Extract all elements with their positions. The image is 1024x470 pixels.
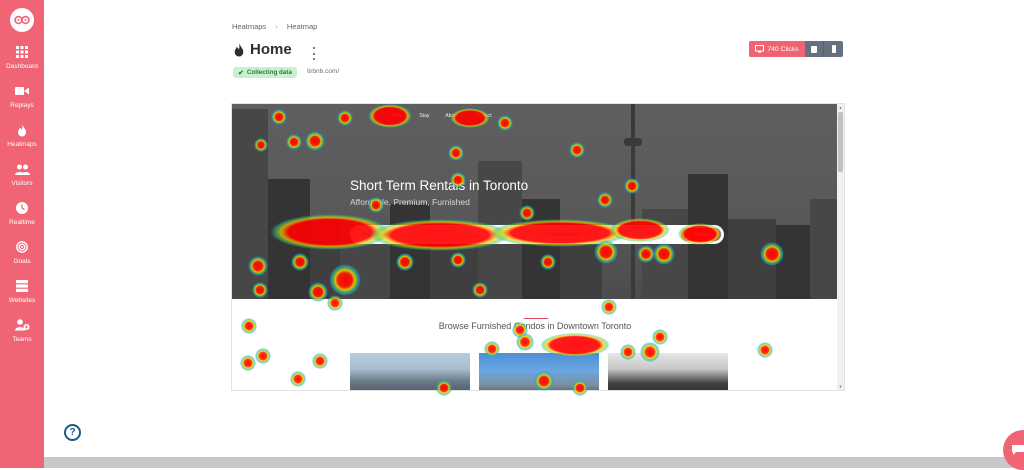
preview-search-input[interactable]	[362, 229, 522, 240]
skyline-building	[810, 199, 838, 299]
sidebar-item-dashboard[interactable]: Dashboard	[0, 44, 44, 70]
sidebar-item-label: Websites	[8, 297, 36, 304]
sidebar-item-label: Realtime	[9, 219, 35, 226]
section-divider	[524, 318, 548, 319]
sidebar-item-realtime[interactable]: Realtime	[0, 200, 44, 226]
sidebar-item-label: Replays	[10, 102, 34, 109]
breadcrumb-link-heatmaps[interactable]: Heatmaps	[232, 22, 266, 31]
breadcrumb-separator: ›	[275, 22, 278, 31]
scroll-thumb[interactable]	[838, 112, 843, 172]
owl-logo-icon	[14, 15, 30, 25]
tablet-view-button[interactable]	[805, 41, 824, 57]
scroll-up-icon[interactable]: ▲	[838, 105, 843, 110]
skyline-building	[522, 199, 560, 299]
check-icon: ✔	[238, 69, 244, 77]
sidebar-item-teams[interactable]: Teams	[0, 317, 44, 343]
sidebar-item-heatmaps[interactable]: Heatmaps	[0, 122, 44, 148]
dot-icon	[313, 52, 315, 55]
preview-section-title: Browse Furnished Condos in Downtown Toro…	[438, 321, 632, 331]
preview-nav-home[interactable]: Home	[390, 113, 403, 119]
preview-hero: Home Stay About Contact Short Term Renta…	[232, 104, 838, 299]
status-badge: ✔ Collecting data	[233, 67, 298, 78]
sidebar: Dashboard Replays Heatmaps Visitors Real…	[0, 0, 44, 468]
clicks-mode-button[interactable]: 740 Clicks	[749, 41, 805, 57]
status-text: Collecting data	[246, 69, 293, 76]
preview-search-bar: Search	[350, 225, 724, 244]
page-title: Home	[250, 41, 292, 58]
dot-icon	[313, 58, 315, 60]
listing-card[interactable]	[608, 353, 728, 390]
listing-card[interactable]	[479, 353, 599, 390]
skyline-building	[268, 179, 310, 299]
flame-icon	[0, 122, 44, 138]
breadcrumb-current: Heatmap	[286, 22, 318, 31]
bottom-bar	[44, 457, 1024, 468]
video-icon	[0, 83, 44, 99]
sidebar-item-replays[interactable]: Replays	[0, 83, 44, 109]
preview-hero-subtitle: Affordable, Premium, Furnished	[350, 197, 470, 207]
scroll-down-icon[interactable]: ▼	[838, 384, 843, 389]
flame-icon	[234, 42, 244, 56]
cn-tower-pod	[624, 138, 642, 146]
preview-nav: Home Stay About Contact	[390, 113, 492, 119]
grid-icon	[0, 44, 44, 60]
sidebar-item-label: Dashboard	[6, 63, 38, 70]
sidebar-item-label: Heatmaps	[7, 141, 37, 148]
preview-hero-title: Short Term Rentals in Toronto	[350, 178, 529, 193]
sidebar-item-websites[interactable]: Websites	[0, 278, 44, 304]
skyline-building	[340, 239, 390, 299]
desktop-icon	[755, 45, 765, 53]
tablet-icon	[811, 45, 817, 53]
mobile-view-button[interactable]	[824, 41, 843, 57]
help-button[interactable]: ?	[64, 424, 81, 441]
users-icon	[0, 161, 44, 177]
skyline-building	[390, 204, 430, 299]
cn-tower	[631, 104, 635, 299]
skyline-building	[232, 109, 268, 299]
preview-nav-about[interactable]: About	[445, 113, 458, 119]
skyline-building	[642, 209, 688, 299]
listing-card[interactable]	[350, 353, 470, 390]
team-icon	[0, 317, 44, 333]
page-preview: Home Stay About Contact Short Term Renta…	[231, 103, 845, 391]
clicks-label: 740 Clicks	[767, 45, 799, 53]
sidebar-item-label: Teams	[12, 336, 32, 343]
mobile-icon	[831, 45, 836, 53]
skyline-building	[310, 219, 340, 299]
sidebar-item-label: Visitors	[11, 180, 33, 187]
preview-search-button[interactable]: Search	[681, 228, 721, 241]
logo[interactable]	[10, 8, 34, 32]
sidebar-item-goals[interactable]: Goals	[0, 239, 44, 265]
skyline-building	[728, 219, 776, 299]
preview-nav-stay[interactable]: Stay	[419, 113, 429, 119]
dot-icon	[313, 47, 315, 49]
page-title-row: Home	[233, 41, 292, 58]
clock-icon	[0, 200, 44, 216]
preview-date-input[interactable]	[548, 229, 668, 240]
sidebar-item-visitors[interactable]: Visitors	[0, 161, 44, 187]
breadcrumb: Heatmaps › Heatmap	[232, 22, 317, 31]
preview-scrollbar[interactable]: ▲ ▼	[837, 104, 844, 390]
site-url: tirbnb.com/	[307, 68, 340, 75]
target-icon	[0, 239, 44, 255]
skyline-building	[776, 225, 810, 299]
preview-nav-contact[interactable]: Contact	[474, 113, 491, 119]
chat-icon	[1012, 445, 1024, 455]
more-options-button[interactable]	[310, 47, 318, 60]
server-icon	[0, 278, 44, 294]
sidebar-item-label: Goals	[13, 258, 31, 265]
